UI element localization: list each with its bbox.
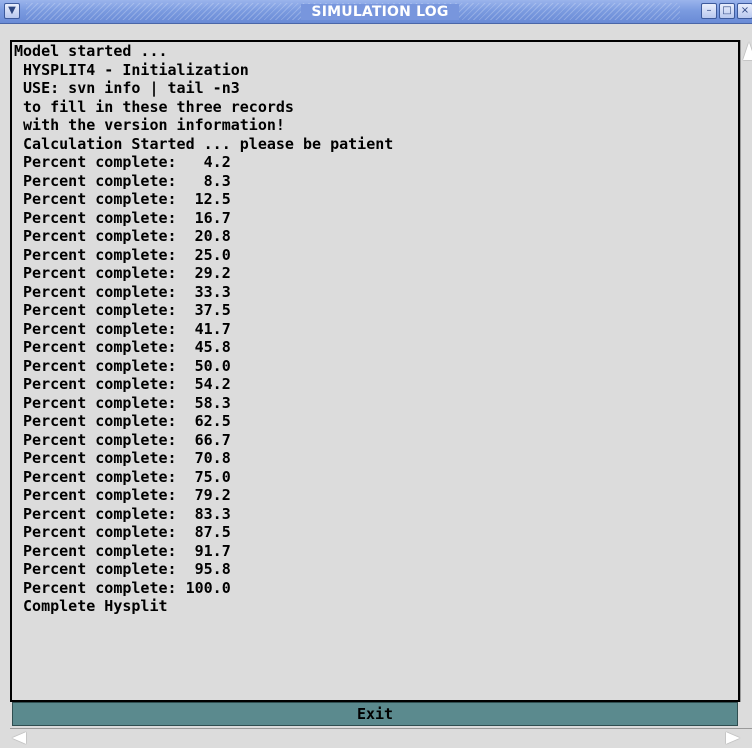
title-bar[interactable]: ▼ SIMULATION LOG – □ ×	[0, 0, 752, 24]
log-text-area[interactable]: Model started ... HYSPLIT4 - Initializat…	[10, 40, 740, 702]
log-line: Percent complete: 70.8	[14, 449, 231, 467]
log-line: Percent complete: 95.8	[14, 560, 231, 578]
scroll-up-icon[interactable]	[743, 42, 752, 60]
log-line: Percent complete: 75.0	[14, 467, 231, 486]
scroll-left-icon[interactable]	[12, 732, 26, 744]
log-line: Complete Hysplit	[14, 597, 168, 615]
window-title: SIMULATION LOG	[301, 4, 459, 20]
scroll-right-icon[interactable]	[726, 732, 740, 744]
log-line: Percent complete: 45.8	[14, 338, 231, 356]
log-content: Model started ... HYSPLIT4 - Initializat…	[12, 42, 738, 616]
log-line: Percent complete: 62.5	[14, 412, 231, 430]
window-frame	[0, 24, 10, 748]
log-line: Percent complete: 83.3	[14, 504, 231, 523]
maximize-icon[interactable]: □	[719, 3, 735, 19]
log-line: Percent complete: 16.7	[14, 208, 231, 227]
log-line: Percent complete: 20.8	[14, 227, 231, 245]
log-line: Percent complete: 50.0	[14, 356, 231, 375]
log-line: Percent complete: 66.7	[14, 430, 231, 449]
log-line: Percent complete: 4.2	[14, 153, 231, 171]
log-line: to fill in these three records	[14, 97, 294, 116]
log-line: Percent complete: 25.0	[14, 245, 231, 264]
log-line: Percent complete: 87.5	[14, 523, 231, 541]
log-line: Percent complete: 91.7	[14, 541, 231, 560]
log-line: Percent complete: 29.2	[14, 264, 231, 282]
minimize-icon[interactable]: –	[701, 3, 717, 19]
log-line: with the version information!	[14, 116, 285, 134]
log-line: Percent complete: 33.3	[14, 282, 231, 301]
close-icon[interactable]: ×	[737, 3, 752, 19]
log-line: Percent complete: 41.7	[14, 319, 231, 338]
vertical-scrollbar[interactable]	[740, 40, 752, 702]
log-line: HYSPLIT4 - Initialization	[14, 60, 249, 79]
simulation-log-window: ▼ SIMULATION LOG – □ × Model started ...…	[0, 0, 752, 748]
log-line: USE: svn info | tail -n3	[14, 79, 240, 97]
log-line: Percent complete: 8.3	[14, 171, 231, 190]
log-line: Calculation Started ... please be patien…	[14, 134, 394, 153]
log-line: Percent complete: 79.2	[14, 486, 231, 504]
log-line: Model started ...	[14, 42, 168, 60]
log-line: Percent complete: 54.2	[14, 375, 231, 393]
log-line: Percent complete: 12.5	[14, 190, 231, 208]
log-line: Percent complete: 37.5	[14, 301, 231, 319]
exit-button[interactable]: Exit	[12, 702, 738, 726]
log-line: Percent complete: 58.3	[14, 393, 231, 412]
horizontal-scrollbar[interactable]	[10, 728, 752, 748]
log-line: Percent complete: 100.0	[14, 578, 231, 597]
